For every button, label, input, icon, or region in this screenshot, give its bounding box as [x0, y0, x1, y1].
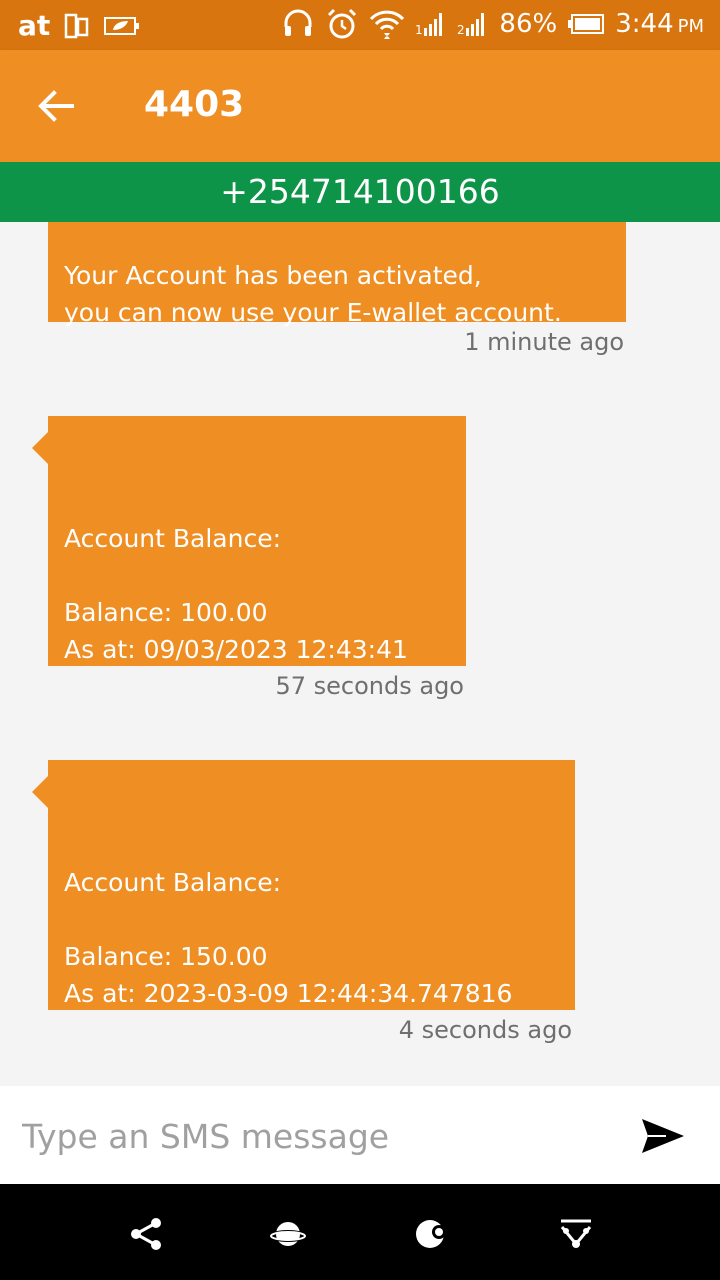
message-composer: [0, 1086, 720, 1184]
carrier-logo-icon: at: [18, 9, 51, 42]
battery-percent: 86%: [499, 9, 558, 39]
clock: 3:44 PM: [615, 9, 704, 39]
contact-number-banner: +254714100166: [0, 162, 720, 222]
message-text: Account Balance: Balance: 150.00 As at: …: [64, 868, 513, 1008]
conversation-title: 4403: [144, 84, 245, 125]
clock-time: 3:44: [615, 9, 674, 39]
message-bubble: Account Balance: Balance: 100.00 As at: …: [32, 416, 466, 666]
message-bubble: Your Account has been activated, you can…: [48, 222, 626, 327]
svg-text:1: 1: [415, 23, 423, 37]
bubble-tail: [32, 432, 48, 464]
dual-sim-icon: [64, 13, 90, 39]
planet-icon[interactable]: [266, 1212, 310, 1256]
send-icon[interactable]: [640, 1116, 690, 1160]
battery-saver-icon: [104, 15, 140, 37]
arrow-back-icon[interactable]: [36, 86, 76, 126]
app-bar: 4403: [0, 50, 720, 162]
bubble-tail: [32, 776, 48, 808]
signal-sim1-icon: 1: [415, 10, 447, 38]
sms-input[interactable]: [20, 1106, 604, 1166]
svg-text:2: 2: [457, 23, 465, 37]
message-text: Account Balance: Balance: 100.00 As at: …: [64, 524, 408, 664]
share-nodes-icon[interactable]: [124, 1212, 168, 1256]
message-text: Your Account has been activated, you can…: [64, 261, 562, 327]
message-list[interactable]: Your Account has been activated, you can…: [0, 222, 720, 1086]
message-time: 4 seconds ago: [398, 1016, 572, 1044]
message-time: 1 minute ago: [464, 328, 624, 356]
message-bubble: Account Balance: Balance: 150.00 As at: …: [32, 760, 575, 1010]
alarm-icon: [325, 7, 359, 41]
moon-icon[interactable]: [410, 1212, 454, 1256]
clock-ampm: PM: [677, 16, 704, 37]
wifi-icon: [369, 7, 405, 41]
download-icon[interactable]: [554, 1212, 598, 1256]
headset-icon: [281, 7, 315, 41]
message-time: 57 seconds ago: [275, 672, 464, 700]
battery-icon: [567, 13, 605, 35]
system-nav-bar: [0, 1184, 720, 1280]
status-bar: at 1 2 86% 3:44 PM: [0, 0, 720, 50]
signal-sim2-icon: 2: [457, 10, 489, 38]
